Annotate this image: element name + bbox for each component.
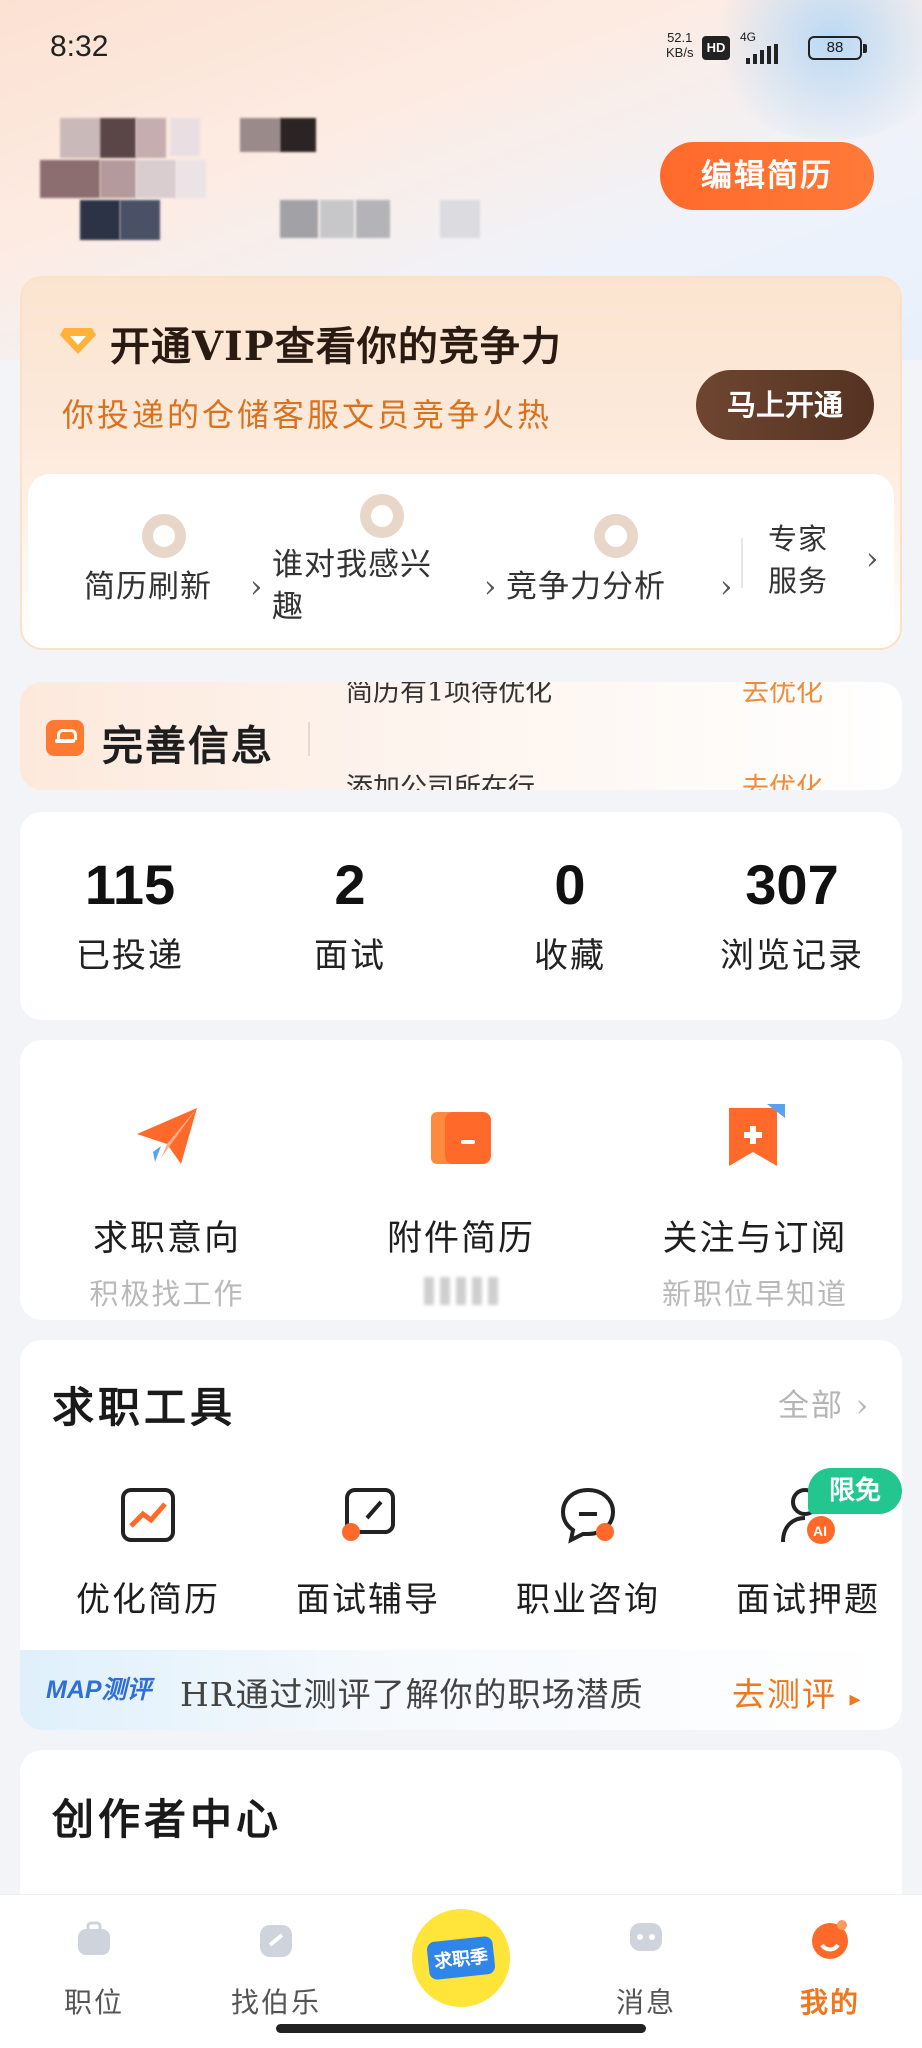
feature-desc: 积极找工作	[89, 1277, 245, 1311]
feature-follow-subscribe[interactable]: 关注与订阅 新职位早知道	[608, 1100, 902, 1313]
service-label: 简历刷新	[84, 569, 212, 605]
service-expert[interactable]: 专家服务 ›	[768, 474, 888, 646]
nav-label: 找伯乐	[230, 1986, 321, 2019]
service-who-interested[interactable]: 谁对我感兴趣	[272, 474, 502, 646]
chevron-right-icon: ›	[250, 569, 264, 605]
stat-value: 307	[745, 853, 839, 916]
pen-board-icon	[342, 1488, 395, 1541]
service-resume-refresh[interactable]: 简历刷新 ›	[28, 474, 262, 646]
complete-info-card[interactable]: 完善信息 简历有1项待优化 去优化 添加公司所在行… 去优化	[20, 682, 902, 790]
vip-card[interactable]: 开通VIP查看你的竞争力 你投递的仓储客服文员竞争火热 马上开通 简历刷新 › …	[20, 276, 902, 650]
feature-name: 附件简历	[386, 1219, 535, 1259]
caret-right-icon: ▸	[849, 1687, 863, 1712]
chevron-right-icon: ›	[866, 541, 880, 577]
stat-applied[interactable]: 115 已投递	[20, 852, 240, 977]
message-icon	[630, 1923, 662, 1951]
info-row-text: 添加公司所在行…	[346, 773, 562, 790]
vip-subtitle: 你投递的仓储客服文员竞争火热	[62, 396, 553, 434]
star-bag-icon	[260, 1925, 292, 1957]
feature-name: 求职意向	[92, 1219, 241, 1259]
map-assessment-banner[interactable]: MAP测评 HR通过测评了解你的职场潜质 去测评 ▸	[20, 1650, 902, 1730]
edit-resume-button[interactable]: 编辑简历	[660, 142, 874, 210]
open-vip-button[interactable]: 马上开通	[696, 370, 874, 440]
stat-value: 115	[84, 853, 176, 916]
divider	[308, 722, 310, 756]
tool-name: 面试押题	[736, 1580, 880, 1620]
stat-label: 面试	[314, 936, 386, 976]
feature-name: 关注与订阅	[662, 1219, 848, 1259]
chart-up-icon	[121, 1488, 175, 1542]
signal-icon: 4G	[740, 30, 796, 64]
info-row-text: 简历有1项待优化	[346, 682, 553, 708]
tool-optimize-resume[interactable]: 优化简历	[38, 1484, 258, 1621]
tool-name: 职业咨询	[516, 1580, 660, 1620]
nav-label: 消息	[615, 1986, 676, 2019]
complete-info-title: 完善信息	[102, 722, 274, 770]
chevron-right-icon: ›	[720, 569, 734, 605]
feature-desc: 新职位早知道	[661, 1277, 848, 1311]
feature-job-intention[interactable]: 求职意向 积极找工作	[20, 1100, 314, 1313]
divider	[741, 538, 743, 588]
blurred-profile[interactable]	[40, 118, 500, 248]
optimize-link[interactable]: 去优化	[742, 682, 823, 709]
view-all-link[interactable]: 全部 ›	[778, 1380, 870, 1425]
stat-label: 已投递	[76, 936, 184, 976]
heart-icon	[360, 494, 404, 538]
home-indicator[interactable]	[276, 2024, 646, 2033]
nav-find-mentor[interactable]: 找伯乐	[206, 1917, 346, 2021]
optimize-link[interactable]: 去优化	[742, 766, 823, 790]
service-label: 竞争力分析	[506, 569, 666, 605]
nav-mine[interactable]: 我的	[760, 1917, 900, 2021]
pie-chart-icon	[594, 514, 638, 558]
nav-label: 职位	[63, 1986, 124, 2019]
stat-label: 收藏	[534, 936, 606, 976]
features-card: 求职意向 积极找工作 附件简历 关注与订阅 新职位早知道	[20, 1040, 902, 1320]
map-tag: MAP测评	[46, 1676, 152, 1704]
stat-label: 浏览记录	[720, 936, 864, 976]
profile-icon	[812, 1920, 848, 1959]
service-label: 专家服务	[768, 522, 829, 598]
stat-value: 0	[554, 853, 586, 916]
free-badge: 限免	[808, 1468, 902, 1514]
paper-plane-icon	[137, 1108, 197, 1164]
feature-attachment-resume[interactable]: 附件简历	[314, 1100, 608, 1305]
stat-interviews[interactable]: 2 面试	[240, 852, 460, 977]
tool-name: 面试辅导	[296, 1580, 440, 1620]
tool-career-consult[interactable]: 职业咨询	[478, 1484, 698, 1621]
chat-bubble-icon	[560, 1487, 616, 1544]
job-tools-card: 求职工具 全部 › 优化简历 面试辅导 职业咨询 AI 面试押题 限免 MAP测…	[20, 1340, 902, 1730]
blurred-feature-desc	[416, 1277, 506, 1305]
net-speed: 52.1 KB/s	[666, 30, 694, 60]
creator-center-title: 创作者中心	[52, 1795, 283, 1844]
stat-history[interactable]: 307 浏览记录	[682, 852, 902, 977]
svg-text:AI: AI	[813, 1523, 827, 1539]
job-tools-title: 求职工具	[52, 1383, 237, 1432]
briefcase-icon	[78, 1921, 110, 1955]
refresh-resume-icon	[142, 514, 186, 558]
status-bar: 8:32 52.1 KB/s HD 4G 88	[0, 0, 922, 96]
service-label: 谁对我感兴趣	[272, 547, 432, 625]
nav-label: 我的	[799, 1986, 860, 2019]
nav-jobs[interactable]: 职位	[24, 1917, 164, 2021]
job-season-badge-icon[interactable]: 求职季	[412, 1909, 510, 2007]
nav-messages[interactable]: 消息	[576, 1917, 716, 2021]
hd-icon: HD	[702, 36, 730, 60]
vip-services: 简历刷新 › 谁对我感兴趣 › 竞争力分析 › 专家服务 ›	[28, 474, 894, 646]
status-time: 8:32	[50, 30, 109, 63]
vip-title: 开通VIP查看你的竞争力	[110, 323, 562, 370]
diamond-icon	[60, 328, 96, 354]
edit-info-icon	[46, 720, 84, 756]
go-assess-link[interactable]: 去测评 ▸	[732, 1668, 863, 1716]
tool-name: 优化简历	[76, 1580, 220, 1620]
tool-interview-coaching[interactable]: 面试辅导	[258, 1484, 478, 1621]
service-competitiveness[interactable]: › 竞争力分析 ›	[484, 474, 734, 646]
map-text: HR通过测评了解你的职场潜质	[180, 1675, 644, 1714]
stat-value: 2	[334, 853, 366, 916]
stat-favorites[interactable]: 0 收藏	[460, 852, 680, 977]
chevron-right-icon: ›	[484, 569, 498, 605]
stats-card: 115 已投递 2 面试 0 收藏 307 浏览记录	[20, 812, 902, 1020]
folder-icon	[431, 1112, 491, 1164]
battery-icon: 88	[808, 36, 867, 60]
bookmark-plus-icon	[729, 1104, 785, 1166]
